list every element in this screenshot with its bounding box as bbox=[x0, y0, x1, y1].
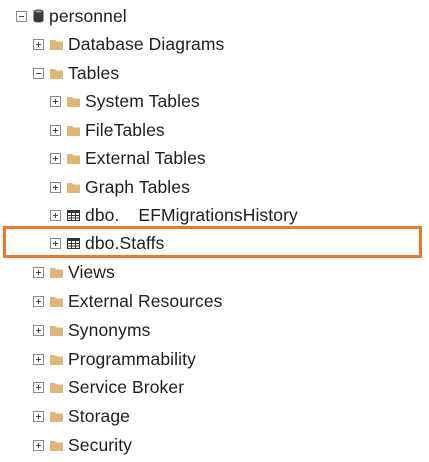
expand-toggle-icon[interactable] bbox=[50, 124, 61, 136]
tree-node-label: personnel bbox=[49, 5, 127, 26]
tree-node-external-resources[interactable]: External Resources bbox=[33, 289, 223, 313]
expand-toggle-icon[interactable] bbox=[50, 209, 61, 221]
tree-node-label: Service Broker bbox=[68, 376, 185, 397]
tree-node-label: dbo.Staffs bbox=[85, 232, 165, 253]
folder-icon bbox=[67, 182, 80, 193]
expand-toggle-icon[interactable] bbox=[50, 237, 61, 249]
tree-node-label: Storage bbox=[68, 405, 130, 426]
tree-node-ef-migrations-history[interactable]: dbo. EFMigrationsHistory bbox=[50, 203, 298, 227]
tree-node-tables[interactable]: Tables bbox=[33, 61, 119, 85]
folder-icon bbox=[67, 153, 80, 164]
tree-node-label: dbo. EFMigrationsHistory bbox=[85, 204, 298, 225]
tree-node-system-tables[interactable]: System Tables bbox=[50, 89, 200, 113]
folder-icon bbox=[50, 411, 63, 422]
tree-node-label: Database Diagrams bbox=[68, 33, 225, 54]
tree-node-label: External Tables bbox=[85, 147, 206, 168]
tree-node-label: System Tables bbox=[85, 90, 200, 111]
table-icon bbox=[67, 209, 80, 221]
table-icon bbox=[67, 237, 80, 249]
tree-node-label: External Resources bbox=[68, 290, 223, 311]
folder-icon bbox=[50, 440, 63, 451]
tree-node-external-tables[interactable]: External Tables bbox=[50, 146, 206, 170]
tree-node-label: Synonyms bbox=[68, 319, 151, 340]
tree-node-filetables[interactable]: FileTables bbox=[50, 118, 165, 142]
expand-toggle-icon[interactable] bbox=[33, 410, 44, 422]
expand-toggle-icon[interactable] bbox=[33, 295, 44, 307]
expand-toggle-icon[interactable] bbox=[50, 181, 61, 193]
tree-node-label: Programmability bbox=[68, 348, 196, 369]
tree-node-synonyms[interactable]: Synonyms bbox=[33, 318, 151, 342]
tree-node-storage[interactable]: Storage bbox=[33, 404, 130, 428]
tree-node-dbo-staffs[interactable]: dbo.Staffs bbox=[50, 231, 165, 255]
collapse-toggle-icon[interactable] bbox=[33, 67, 44, 79]
expand-toggle-icon[interactable] bbox=[33, 324, 44, 336]
tree-node-service-broker[interactable]: Service Broker bbox=[33, 375, 184, 399]
expand-toggle-icon[interactable] bbox=[33, 439, 44, 451]
folder-icon bbox=[50, 296, 63, 307]
expand-toggle-icon[interactable] bbox=[33, 266, 44, 278]
expand-toggle-icon[interactable] bbox=[50, 95, 61, 107]
expand-toggle-icon[interactable] bbox=[33, 38, 44, 50]
folder-icon bbox=[50, 39, 63, 50]
tree-node-label: Tables bbox=[68, 62, 120, 83]
expand-toggle-icon[interactable] bbox=[33, 353, 44, 365]
folder-icon bbox=[67, 96, 80, 107]
tree-node-label: FileTables bbox=[85, 119, 165, 140]
collapse-toggle-icon[interactable] bbox=[16, 10, 27, 22]
folder-icon bbox=[50, 382, 63, 393]
folder-icon bbox=[50, 267, 63, 278]
tree-node-label: Views bbox=[68, 261, 115, 282]
tree-node-database-diagrams[interactable]: Database Diagrams bbox=[33, 32, 224, 56]
folder-icon bbox=[50, 354, 63, 365]
tree-node-personnel[interactable]: personnel bbox=[16, 4, 127, 28]
tree-node-graph-tables[interactable]: Graph Tables bbox=[50, 175, 190, 199]
expand-toggle-icon[interactable] bbox=[50, 152, 61, 164]
tree-node-security[interactable]: Security bbox=[33, 433, 132, 457]
folder-icon bbox=[50, 325, 63, 336]
object-explorer-tree: personnel Database Diagrams Tables Syste… bbox=[0, 0, 429, 462]
tree-node-label: Security bbox=[68, 434, 133, 455]
tree-node-views[interactable]: Views bbox=[33, 260, 115, 284]
expand-toggle-icon[interactable] bbox=[33, 381, 44, 393]
database-icon bbox=[33, 9, 44, 23]
folder-icon bbox=[67, 125, 80, 136]
folder-icon bbox=[50, 68, 63, 79]
tree-node-programmability[interactable]: Programmability bbox=[33, 347, 196, 371]
tree-node-label: Graph Tables bbox=[85, 176, 190, 197]
